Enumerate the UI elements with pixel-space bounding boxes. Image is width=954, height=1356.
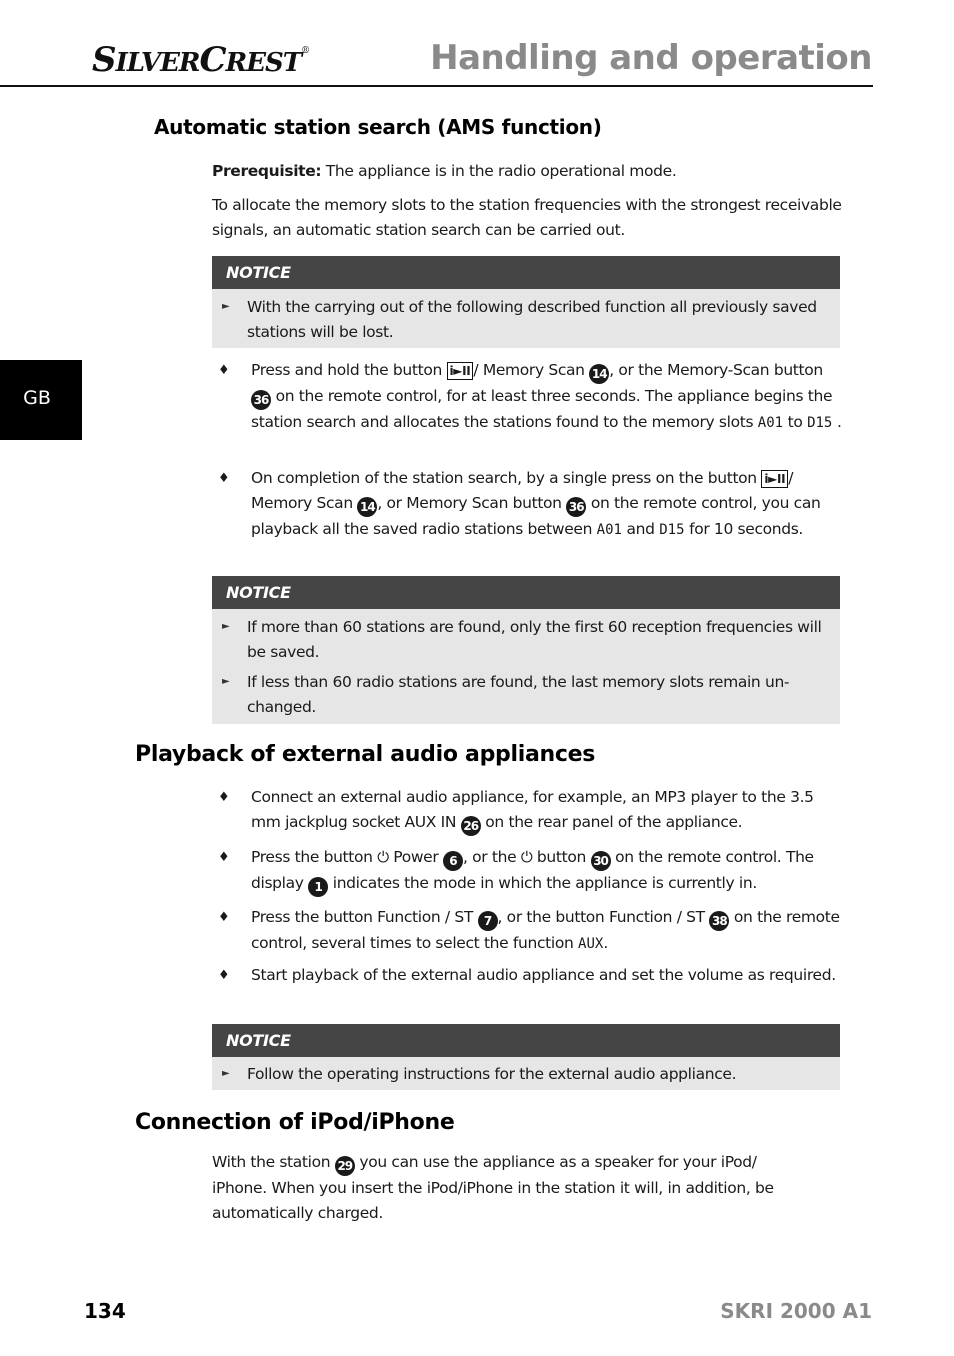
diamond-bullet-icon: ♦ bbox=[218, 850, 230, 865]
notice-title: NOTICE bbox=[212, 576, 840, 609]
instruction-step: ♦ Connect an external audio appliance, f… bbox=[218, 785, 842, 836]
reference-number: 6 bbox=[442, 851, 463, 871]
notice-box: NOTICE ► Follow the operating instruction… bbox=[212, 1024, 840, 1090]
prerequisite-label: Prerequisite: bbox=[212, 162, 322, 180]
reference-number: 38 bbox=[709, 911, 730, 931]
notice-title: NOTICE bbox=[212, 256, 840, 289]
arrow-icon: ► bbox=[222, 301, 230, 312]
page-number: 134 bbox=[84, 1299, 126, 1323]
header-divider bbox=[0, 85, 873, 87]
play-pause-key-icon: i►II bbox=[761, 470, 789, 488]
reference-number: 29 bbox=[334, 1156, 355, 1176]
diamond-bullet-icon: ♦ bbox=[218, 363, 230, 378]
ams-intro-paragraph: To allocate the memory slots to the stat… bbox=[212, 196, 842, 239]
lcd-display-text: A01 bbox=[757, 415, 784, 431]
reference-number: 26 bbox=[460, 816, 481, 836]
model-number: SKRI 2000 A1 bbox=[720, 1299, 872, 1323]
power-icon: ⏻ bbox=[520, 848, 533, 866]
instruction-step: ♦ Start playback of the external audio a… bbox=[218, 963, 842, 988]
reference-number: 36 bbox=[566, 497, 587, 517]
arrow-icon: ► bbox=[222, 676, 230, 687]
notice-box: NOTICE ► With the carrying out of the fol… bbox=[212, 256, 840, 348]
notice-title: NOTICE bbox=[212, 1024, 840, 1057]
instruction-step: ♦ Press the button Function / ST 7, or t… bbox=[218, 905, 842, 957]
instruction-step: ♦ On completion of the station search, b… bbox=[218, 466, 842, 543]
reference-number: 14 bbox=[357, 497, 378, 517]
brand-logo: SILVERCREST® bbox=[92, 40, 310, 80]
lcd-display-text: D15 bbox=[807, 415, 833, 431]
reference-number: 1 bbox=[308, 877, 329, 897]
play-pause-key-icon: i►II bbox=[446, 362, 474, 380]
notice-item: ► If less than 60 radio stations are foun… bbox=[212, 664, 840, 719]
reference-number: 30 bbox=[590, 851, 611, 871]
lcd-display-text: AUX bbox=[578, 936, 604, 952]
section-heading-playback: Playback of external audio appliances bbox=[135, 742, 596, 767]
notice-box: NOTICE ► If more than 60 stations are fou… bbox=[212, 576, 840, 724]
arrow-icon: ► bbox=[222, 621, 230, 632]
notice-item: ► Follow the operating instructions for t… bbox=[212, 1057, 840, 1087]
reference-number: 7 bbox=[477, 911, 498, 931]
language-tab: GB bbox=[0, 360, 82, 440]
diamond-bullet-icon: ♦ bbox=[218, 471, 230, 486]
power-icon: ⏻ bbox=[377, 848, 389, 866]
diamond-bullet-icon: ♦ bbox=[218, 968, 230, 983]
ipod-paragraph: With the station 29 you can use the appl… bbox=[212, 1153, 774, 1222]
reference-number: 36 bbox=[251, 390, 271, 410]
section-heading-ipod: Connection of iPod/iPhone bbox=[135, 1110, 455, 1135]
arrow-icon: ► bbox=[222, 1068, 230, 1079]
notice-item: ► With the carrying out of the following … bbox=[212, 289, 840, 344]
page-title: Handling and operation bbox=[430, 38, 872, 78]
instruction-step: ♦ Press the button ⏻ Power 6, or the ⏻ b… bbox=[218, 845, 842, 897]
section-heading-ams: Automatic station search (AMS function) bbox=[154, 115, 602, 139]
diamond-bullet-icon: ♦ bbox=[218, 790, 230, 805]
notice-item: ► If more than 60 stations are found, onl… bbox=[212, 609, 840, 664]
prerequisite-paragraph: Prerequisite: The appliance is in the ra… bbox=[212, 162, 677, 180]
diamond-bullet-icon: ♦ bbox=[218, 910, 230, 925]
lcd-display-text: A01 bbox=[596, 522, 622, 538]
reference-number: 14 bbox=[589, 364, 610, 384]
instruction-step: ♦ Press and hold the button i►II / Memory… bbox=[218, 358, 842, 436]
lcd-display-text: D15 bbox=[659, 522, 685, 538]
